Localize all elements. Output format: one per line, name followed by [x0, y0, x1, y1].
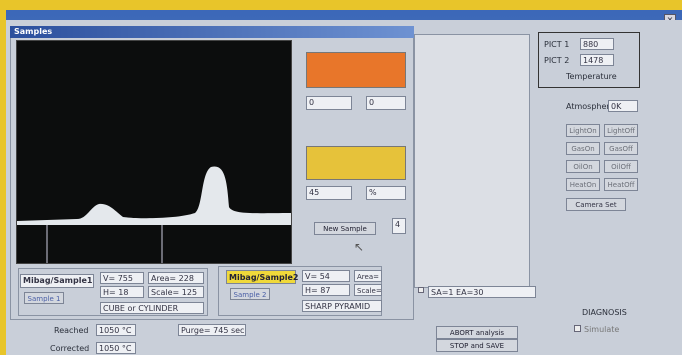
oil-off-button[interactable]: OilOff [604, 160, 638, 173]
simulate-label: Simulate [584, 325, 620, 334]
sample2-button[interactable]: Sample 2 [230, 288, 270, 300]
atmosphere-field[interactable]: 0K [608, 100, 638, 112]
new-sample-button[interactable]: New Sample [314, 222, 376, 235]
gas-on-button[interactable]: GasOn [566, 142, 600, 155]
color-swatch-orange [306, 52, 406, 88]
abort-analysis-button[interactable]: ABORT analysis [436, 326, 518, 339]
sample-count-field[interactable]: 4 [392, 218, 406, 234]
pict2-field[interactable]: 1478 [580, 54, 614, 66]
sample-profile-graphic [17, 166, 291, 263]
reached-label: Reached [54, 326, 89, 335]
sample2-shape[interactable]: SHARP PYRAMID [302, 300, 382, 312]
simulate-checkbox[interactable] [574, 325, 581, 332]
sample2-name: Mibag/Sample2 [226, 270, 298, 284]
bottom-field-1[interactable]: 45 [306, 186, 352, 200]
sample-list-box[interactable] [414, 34, 530, 288]
light-on-button[interactable]: LightOn [566, 124, 600, 137]
sample1-field-v[interactable]: V= 755 [100, 272, 144, 284]
corrected-field[interactable]: 1050 °C [96, 342, 136, 354]
sample2-field-h[interactable]: H= 87 [302, 284, 350, 296]
list-value-field[interactable]: SA=1 EA=30 [428, 286, 536, 298]
reached-field[interactable]: 1050 °C [96, 324, 136, 336]
diagnosis-label: DIAGNOSIS [582, 308, 627, 317]
heat-off-button[interactable]: HeatOff [604, 178, 638, 191]
bottom-field-2[interactable]: % [366, 186, 406, 200]
pict1-label: PICT 1 [544, 40, 570, 49]
sample1-shape[interactable]: CUBE or CYLINDER [100, 302, 204, 314]
sample2-field-scale[interactable]: Scale= 112 [354, 284, 382, 307]
sample1-field-scale[interactable]: Scale= 125 [148, 286, 204, 298]
sample2-field-v[interactable]: V= 54 [302, 270, 350, 282]
gas-off-button[interactable]: GasOff [604, 142, 638, 155]
pict1-field[interactable]: 880 [580, 38, 614, 50]
top-field-1[interactable]: 0 [306, 96, 352, 110]
sample1-button[interactable]: Sample 1 [24, 292, 64, 304]
list-checkbox[interactable] [418, 287, 424, 293]
pict2-label: PICT 2 [544, 56, 570, 65]
light-off-button[interactable]: LightOff [604, 124, 638, 137]
heat-on-button[interactable]: HeatOn [566, 178, 600, 191]
sample1-name: Mibag/Sample1 [20, 274, 94, 288]
oil-on-button[interactable]: OilOn [566, 160, 600, 173]
stop-and-save-button[interactable]: STOP and SAVE [436, 339, 518, 352]
camera-set-button[interactable]: Camera Set [566, 198, 626, 211]
purge-field[interactable]: Purge= 745 sec [178, 324, 246, 336]
corrected-label: Corrected [50, 344, 90, 353]
cursor-icon: ↖ [354, 240, 365, 254]
temperature-label: Temperature [566, 72, 617, 81]
sample1-field-h[interactable]: H= 18 [100, 286, 144, 298]
sample-image-view [16, 40, 292, 264]
samples-title: Samples [10, 26, 414, 38]
color-swatch-yellow [306, 146, 406, 180]
top-field-2[interactable]: 0 [366, 96, 406, 110]
sample2-field-area[interactable]: Area= 228 [354, 270, 382, 293]
sample1-field-area[interactable]: Area= 228 [148, 272, 204, 284]
